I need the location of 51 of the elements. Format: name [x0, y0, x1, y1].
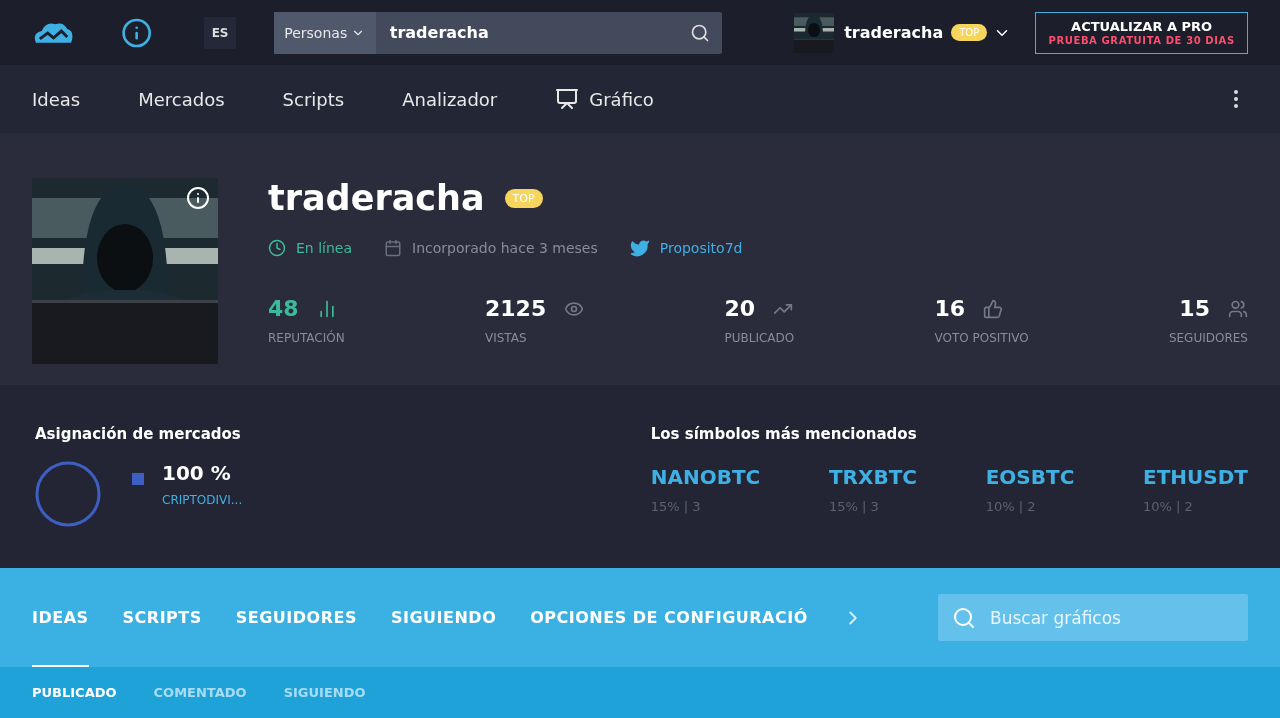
symbol-link[interactable]: EOSBTC	[985, 465, 1075, 489]
stat-label: SEGUIDORES	[1168, 331, 1248, 345]
symbol-link[interactable]: ETHUSDT	[1143, 465, 1248, 489]
search-input[interactable]: traderacha	[375, 11, 691, 54]
users-icon	[1227, 298, 1248, 319]
twitter-link[interactable]: Proposito7d	[659, 240, 743, 256]
allocation-percent: 100 %	[162, 461, 232, 485]
section-title: Asignación de mercados	[35, 425, 242, 443]
chart-search-input[interactable]: Buscar gráficos	[988, 606, 1234, 629]
top-badge: TOP	[504, 188, 543, 208]
search-field[interactable]: Personas traderacha	[273, 11, 723, 54]
market-link[interactable]: CRIPTODIVI...	[162, 493, 243, 507]
symbol-stats: 15% | 3	[650, 499, 702, 514]
info-icon[interactable]	[186, 186, 210, 210]
online-status: En línea	[296, 240, 352, 256]
search-icon[interactable]	[690, 22, 711, 43]
nav-link[interactable]: Gráfico	[555, 87, 654, 111]
stat-value: 20	[724, 296, 756, 321]
stat-value: 48	[268, 296, 299, 321]
language-button[interactable]: ES	[204, 16, 236, 49]
scope-dropdown[interactable]: Personas	[273, 11, 376, 54]
stat-label: VISTAS	[484, 331, 527, 345]
stat-label: VOTO POSITIVO	[934, 331, 1029, 345]
chart-monitor-icon[interactable]	[555, 87, 580, 111]
symbol-link[interactable]: NANOBTC	[650, 465, 761, 489]
bird-icon	[629, 238, 650, 258]
clock-icon	[268, 239, 286, 257]
symbol-stats: 10% | 2	[985, 499, 1037, 514]
nav-link[interactable]: Analizador	[402, 88, 498, 110]
symbol-link[interactable]: TRXBTC	[828, 465, 917, 489]
stat-value: 15	[1179, 296, 1210, 321]
stat-label: PUBLICADO	[724, 331, 795, 345]
legend-square-icon	[132, 473, 144, 485]
nav-link[interactable]: Scripts	[282, 88, 345, 110]
thumbs-up-icon	[983, 298, 1004, 319]
symbol-stats: 10% | 2	[1143, 499, 1194, 514]
stat-value: 16	[934, 296, 966, 321]
profile-name: traderacha	[268, 178, 485, 218]
section-title: Los símbolos más mencionados	[650, 425, 918, 443]
nav-link[interactable]: Mercados	[138, 88, 225, 110]
nav-link[interactable]: Ideas	[32, 88, 81, 110]
stat-value: 2125	[484, 296, 547, 321]
info-icon[interactable]	[121, 16, 153, 49]
symbol-stats: 15% | 3	[828, 499, 880, 514]
stat-label: REPUTACIÓN	[268, 331, 345, 345]
joined-date: Incorporado hace 3 meses	[412, 240, 598, 256]
top-badge: TOP	[951, 24, 988, 41]
upgrade-button[interactable]: ACTUALIZAR A PRO PRUEBA GRATUITA DE 30 DIAS	[1035, 11, 1248, 54]
calendar-icon	[384, 239, 402, 257]
chart-search-field[interactable]: Buscar gráficos	[938, 594, 1248, 641]
user-name[interactable]: traderacha	[844, 23, 944, 42]
